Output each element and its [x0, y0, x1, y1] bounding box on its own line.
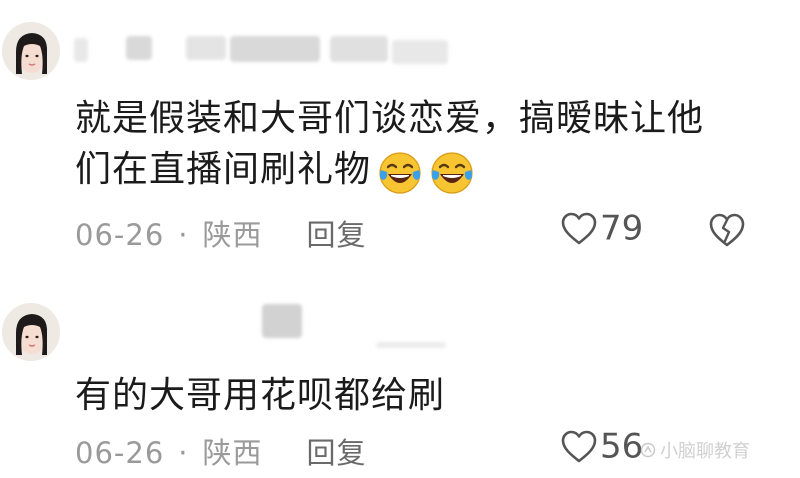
laughing-crying-emoji-icon [429, 150, 475, 196]
watermark: 小脑聊教育 [640, 437, 750, 463]
heart-icon [560, 211, 598, 247]
laughing-crying-emoji-icon [377, 150, 423, 196]
comment-location: 陕西 [202, 436, 263, 470]
broken-heart-icon [707, 211, 747, 249]
reply-button[interactable]: 回复 [307, 212, 367, 254]
emoji-group [377, 146, 481, 197]
comment-date: 06-26 [75, 218, 165, 252]
avatar-image [2, 22, 60, 80]
comment-text: 就是假装和大哥们谈恋爱，搞暧昧让他 [75, 98, 705, 139]
watermark-text: 小脑聊教育 [660, 441, 750, 462]
comment-meta: 06-26 · 陕西 回复 [75, 430, 367, 472]
dislike-button[interactable] [707, 211, 747, 249]
like-button[interactable]: 79 [560, 207, 643, 249]
comment-text-continued: 们在直播间刷礼物 [75, 144, 481, 197]
comment-list: 就是假装和大哥们谈恋爱，搞暧昧让他 们在直播间刷礼物 06-26 · 陕西 回复… [0, 0, 800, 478]
username-blur [392, 40, 448, 64]
username-blur [186, 36, 226, 60]
username-blur [330, 36, 388, 62]
avatar-image [2, 303, 60, 361]
watermark-logo-icon [640, 442, 656, 458]
meta-separator: · [178, 436, 189, 470]
username-blur [126, 36, 152, 60]
avatar[interactable] [2, 303, 60, 361]
meta-separator: · [178, 218, 189, 252]
comment-date: 06-26 [75, 436, 165, 470]
comment-text: 有的大哥用花呗都给刷 [75, 375, 446, 416]
username-blur [74, 38, 88, 62]
comment-item: 就是假装和大哥们谈恋爱，搞暧昧让他 们在直播间刷礼物 06-26 · 陕西 回复… [0, 0, 800, 290]
comment-meta: 06-26 · 陕西 回复 [75, 212, 367, 254]
username-blur [262, 304, 302, 338]
like-count: 56 [600, 426, 644, 467]
like-button[interactable]: 56 [560, 425, 643, 467]
username-blur [376, 342, 446, 348]
heart-icon [560, 429, 598, 465]
reply-button[interactable]: 回复 [307, 430, 367, 472]
comment-location: 陕西 [202, 218, 263, 252]
username-blur [230, 36, 320, 62]
like-count: 79 [600, 208, 644, 249]
comment-text-line-2: 们在直播间刷礼物 [75, 149, 372, 190]
avatar[interactable] [2, 22, 60, 80]
